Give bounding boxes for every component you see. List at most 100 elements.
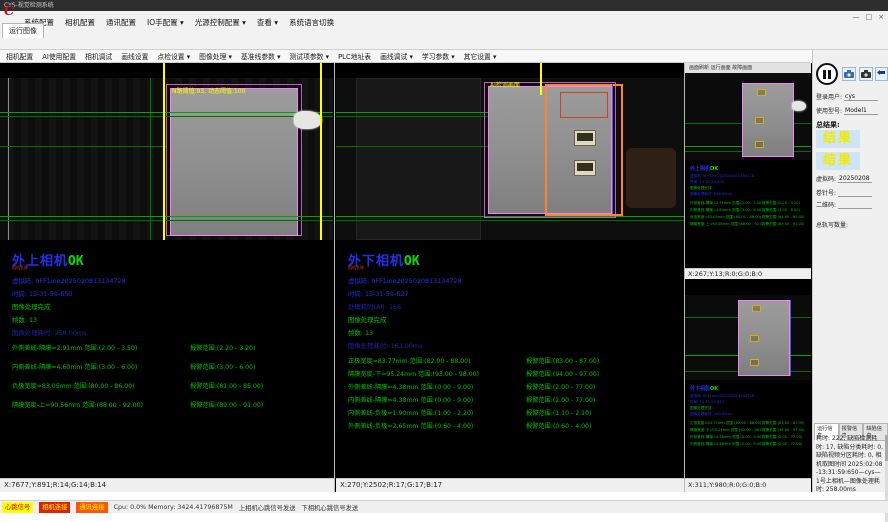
alarm-range: 报警范围:(94.00 - 97.00) <box>762 428 808 433</box>
mini-camera-image-1[interactable] <box>685 73 811 160</box>
toolbar-ai-config[interactable]: AI使用配置 <box>42 51 76 61</box>
annotation-box <box>755 141 764 148</box>
measure-value: 隔膜宽度-上=90.56mm 范围:(88.00 - 92.00) <box>12 400 190 409</box>
edge-marker-blue <box>790 300 791 376</box>
menu-item-comm-config[interactable]: 通讯配置 <box>106 17 136 28</box>
mini-measure-row: 负极宽度=83.05mm 范围:(80.00 - 86.00) 报警范围:(81… <box>690 215 808 220</box>
toolbar-test-params[interactable]: 测试项参数 ▾ <box>290 51 330 61</box>
camera-icon <box>844 70 854 78</box>
minimize-icon[interactable]: — <box>853 13 860 21</box>
alarm-range: 报警范围:(3.00 - 6.00) <box>190 362 255 371</box>
pause-button[interactable] <box>816 63 838 85</box>
camera-capture-button[interactable] <box>842 67 856 81</box>
measure-row: 隔膜宽度-下=95.24mm 范围:(93.00 - 98.00) 报警范围:(… <box>348 369 599 378</box>
return-arrow-icon <box>877 70 886 78</box>
measure-value: 隔膜宽度-下=95.24mm 范围:(93.00 - 98.00) <box>348 369 526 378</box>
exit-button[interactable] <box>875 67 888 81</box>
left-panel-statusbar: X:7677;Y:891;R:14;G:14;B:14 <box>0 478 334 492</box>
measure-value: 隔膜宽度-上=90.56mm 范围:(88.00 - 92.00) <box>690 222 762 227</box>
qr-label: 二维码: <box>816 200 836 209</box>
defect-highlight <box>574 130 596 146</box>
camera-snapshot-button[interactable] <box>859 67 873 81</box>
left-camera-sub: 相机名称 <box>12 265 28 271</box>
middle-time: 时间: 13-31-59-627 <box>348 289 408 298</box>
cpu-memory-text: Cpu: 0.0% Memory: 3424.41796875M <box>114 504 233 511</box>
measure-row: 外侧差线-负极=2.65mm 范围:(0.60 - 4.00) 报警范围:(0.… <box>348 421 591 430</box>
alarm-range: 报警范围:(81.00 - 85.00) <box>190 381 263 390</box>
mini1-camera-ok: OK <box>710 166 718 172</box>
measure-value: 正极宽度=83.77mm 范围:(82.00 - 88.00) <box>348 356 526 365</box>
measure-line <box>0 112 333 113</box>
left-elapsed: 图像处理耗时: 258.00ms <box>12 328 86 337</box>
camera-link-badge: 相机连接 <box>39 502 70 513</box>
tape-blob <box>792 101 806 111</box>
model-label: 使用型号: <box>816 106 842 115</box>
measure-row: 内侧差线-隔膜=4.60mm 范围:(3.00 - 6.00) 报警范围:(3.… <box>12 362 255 371</box>
toolbar-learn-params[interactable]: 学习参数 ▾ <box>422 51 455 61</box>
camera-icon <box>861 70 871 78</box>
middle-camera-ok: OK <box>404 254 420 269</box>
measure-line <box>0 146 166 147</box>
close-icon[interactable]: × <box>878 13 884 21</box>
middle-camera-image[interactable]: AI检测画面 <box>336 78 684 240</box>
mini-camera-image-2[interactable] <box>685 295 811 380</box>
heartbeat-badge: 心跳信号 <box>2 502 33 513</box>
annotation-box <box>752 305 761 312</box>
annotation-box <box>750 359 759 366</box>
mini2-time: 时间: 13-31-59-627 <box>690 400 808 405</box>
alarm-range: 报警范围:(2.00 - 77.00) <box>762 435 808 440</box>
toolbar-line-debug[interactable]: 画线调试 ▾ <box>380 51 413 61</box>
mini-measure-row: 隔膜宽度-上=90.56mm 范围:(88.00 - 92.00) 报警范围:(… <box>690 222 808 227</box>
toolbar-line-setting[interactable]: 画线设置 <box>121 51 148 61</box>
middle-elapsed: 图像处理耗时: 163.00ms <box>348 341 422 350</box>
right-column-header[interactable]: 画面刷新 运行画面 故障画面 <box>685 63 811 73</box>
model-row: 使用型号: Model1 <box>816 106 878 115</box>
measure-line <box>0 220 333 221</box>
toolbar-other-setting[interactable]: 其它设置 ▾ <box>464 51 497 61</box>
toolbar-baseline-params[interactable]: 基准线参数 ▾ <box>241 51 281 61</box>
total-result-label: 总结果: <box>816 120 840 130</box>
edge-marker-blue <box>612 84 613 214</box>
menu-item-language[interactable]: 系统语言切换 <box>289 17 334 28</box>
code-value-field[interactable]: 20250208 <box>838 175 872 183</box>
toolbar-plc-table[interactable]: PLC地址表 <box>338 51 371 61</box>
toolbar-spotcheck-setting[interactable]: 点检设置 ▾ <box>157 51 190 61</box>
mini1-code: 虚拟码: 0FF1ine2025020813134728 <box>690 174 808 179</box>
mini-measure-row: 内侧差线-隔膜=4.60mm 范围:(3.00 - 6.00) 报警范围:(3.… <box>690 208 808 213</box>
toolbar-camera-config[interactable]: 相机配置 <box>6 51 33 61</box>
alarm-range: 报警范围:(2.00 - 77.00) <box>762 442 808 447</box>
middle-camera-sub: 相机名称 <box>348 265 364 271</box>
toolbar-camera-debug[interactable]: 相机调试 <box>85 51 112 61</box>
middle-ai-elapsed: 处理耗时(AI): 166 <box>348 302 401 311</box>
ai-view-label: AI检测画面 <box>490 80 520 89</box>
count-row: 总轨写数量: <box>816 220 848 229</box>
mini-measure-row: 正极宽度=83.77mm 范围:(82.00 - 88.00) 报警范围:(83… <box>690 421 808 426</box>
menu-item-light-config[interactable]: 光源控制配置 ▾ <box>195 17 246 28</box>
qr-value-field[interactable] <box>838 208 872 209</box>
measure-value: 负极宽度=83.05mm 范围:(80.00 - 86.00) <box>690 215 762 220</box>
mini2-camera-result: 外下相机OK <box>690 385 718 392</box>
toolbar-image-process[interactable]: 图像处理 ▾ <box>199 51 232 61</box>
pin-value-field[interactable] <box>838 196 872 197</box>
threshold-label: N路阈值:93, 动态阈值:100 <box>172 86 245 95</box>
measure-value: 外侧差线-隔膜=4.38mm 范围:(0.00 - 9.00) <box>348 382 526 391</box>
measure-value: 内侧差线-负极=1.90mm 范围:(1.00 - 2.20) <box>348 408 526 417</box>
electrode-region <box>738 300 790 376</box>
left-camera-image[interactable]: N路阈值:93, 动态阈值:100 <box>0 78 333 240</box>
maximize-icon[interactable]: □ <box>866 13 873 21</box>
model-value-field[interactable]: Model1 <box>844 107 878 115</box>
measure-row: 外侧差线-隔膜=2.91mm 范围:(2.00 - 3.50) 报警范围:(2.… <box>12 343 255 352</box>
tab-run-image[interactable]: 运行图像 <box>2 23 44 38</box>
menu-item-view[interactable]: 查看 ▾ <box>257 17 278 28</box>
menu-item-io-config[interactable]: IO手配置 ▾ <box>147 17 184 28</box>
login-value-field[interactable]: cys <box>844 93 878 101</box>
fixture-shape <box>626 148 676 208</box>
app-statusbar: 心跳信号 相机连接 通讯连接 Cpu: 0.0% Memory: 3424.41… <box>0 500 888 513</box>
menu-item-camera-config[interactable]: 相机配置 <box>65 17 95 28</box>
defect-highlight <box>574 160 596 176</box>
alarm-range: 报警范围:(83.00 - 87.00) <box>526 356 599 365</box>
window-controls: — □ × <box>853 13 885 21</box>
mini2-camera-ok: OK <box>710 386 718 392</box>
login-row: 登录用户: cys <box>816 92 878 101</box>
alarm-range: 报警范围:(2.00 - 77.00) <box>526 395 595 404</box>
